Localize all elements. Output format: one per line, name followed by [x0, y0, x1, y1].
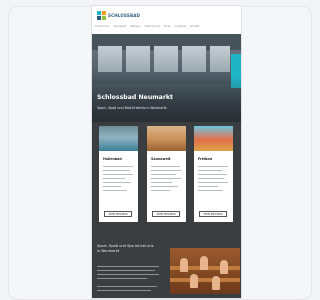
website-preview[interactable]: SCHLOSSBAD Schwimmen Saunawelt Wellness … — [92, 6, 241, 298]
text-line — [103, 186, 121, 188]
text-line — [103, 182, 131, 184]
card-button[interactable]: MEHR ERFAHREN — [104, 211, 132, 217]
text-line — [103, 170, 130, 172]
sauna-person — [190, 274, 198, 288]
nav-item[interactable]: Kurse — [164, 25, 171, 29]
card-saunawelt[interactable]: Saunawelt MEHR ERFAHREN — [147, 126, 186, 222]
hero-window — [126, 46, 150, 72]
text-line — [97, 278, 147, 280]
hero-window — [182, 46, 206, 72]
text-line — [97, 270, 155, 272]
text-line — [198, 174, 227, 176]
text-line — [198, 170, 222, 172]
content-section: Hallenbad MEHR ERFAHREN Saunawelt MEHR E… — [92, 122, 241, 298]
text-line — [97, 290, 151, 292]
text-line — [151, 178, 181, 180]
sauna-person — [180, 258, 188, 272]
sauna-person — [220, 260, 228, 274]
card-freibad[interactable]: Freibad MEHR ERFAHREN — [194, 126, 233, 222]
text-line — [198, 186, 218, 188]
section-title: Sport, Spaß und Spa ist bei uns in Neuma… — [97, 244, 154, 253]
text-line — [198, 182, 228, 184]
text-line — [103, 190, 127, 192]
hero-window — [154, 46, 178, 72]
text-line — [151, 186, 178, 188]
sauna-person — [200, 256, 208, 270]
text-line — [198, 166, 228, 168]
text-line — [103, 178, 125, 180]
text-line — [151, 182, 172, 184]
nav-item[interactable]: Gastronomie — [145, 25, 160, 29]
card-title: Hallenbad — [103, 157, 122, 161]
card-title: Saunawelt — [151, 157, 171, 161]
nav-item[interactable]: Saunawelt — [114, 25, 127, 29]
nav-item[interactable]: Kontakt — [190, 25, 199, 29]
card-button[interactable]: MEHR ERFAHREN — [152, 211, 180, 217]
hero-window — [210, 46, 230, 72]
text-line — [151, 170, 181, 172]
logo-icon — [97, 11, 106, 20]
nav-item[interactable]: Wellness — [130, 25, 141, 29]
hero-window — [98, 46, 122, 72]
card-button[interactable]: MEHR ERFAHREN — [199, 211, 227, 217]
sauna-photo — [170, 248, 240, 294]
nav-item[interactable]: Schwimmen — [95, 25, 110, 29]
card-photo — [147, 126, 186, 151]
text-line — [151, 174, 176, 176]
text-line — [97, 274, 159, 276]
sauna-bench — [170, 278, 240, 282]
hero-title: Schlossbad Neumarkt — [97, 94, 173, 101]
logo-text[interactable]: SCHLOSSBAD — [108, 13, 140, 18]
card-title: Freibad — [198, 157, 212, 161]
hero-banner: Schlossbad Neumarkt Sport, Spaß und Bad-… — [92, 34, 241, 122]
nav-item[interactable]: Angebote — [175, 25, 187, 29]
card-photo — [99, 126, 138, 151]
text-line — [198, 190, 223, 192]
text-line — [97, 286, 157, 288]
card-hallenbad[interactable]: Hallenbad MEHR ERFAHREN — [99, 126, 138, 222]
text-line — [151, 190, 170, 192]
text-line — [97, 266, 159, 268]
text-line — [151, 166, 180, 168]
text-line — [103, 174, 133, 176]
text-line — [198, 178, 224, 180]
site-header: SCHLOSSBAD Schwimmen Saunawelt Wellness … — [92, 6, 241, 32]
sauna-person — [212, 276, 220, 290]
hero-subtitle: Sport, Spaß und Bad-Erlebnis in Neumarkt — [97, 106, 167, 110]
text-line — [103, 166, 133, 168]
card-photo — [194, 126, 233, 151]
main-navigation: Schwimmen Saunawelt Wellness Gastronomie… — [95, 25, 240, 29]
